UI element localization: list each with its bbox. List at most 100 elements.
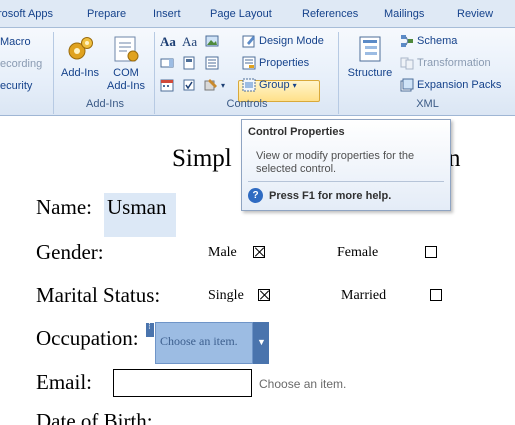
plain-text-control-button[interactable]: Aa [182, 34, 197, 50]
marital-status-label: Marital Status: [36, 283, 161, 307]
plain-text-icon: Aa [182, 34, 198, 49]
occupation-placeholder: Choose an item. [160, 334, 238, 348]
legacy-tools-button[interactable]: ▾ [204, 78, 225, 92]
male-checkbox[interactable] [253, 246, 265, 258]
recording-label: ecording [0, 58, 43, 70]
design-mode-label: Design Mode [259, 35, 324, 47]
pause-recording-button[interactable]: ecording [0, 58, 42, 70]
tooltip-help: ? Press F1 for more help. [248, 188, 391, 203]
gender-label: Gender: [36, 240, 104, 264]
xml-group-label: XML [416, 98, 439, 110]
rich-text-control-button[interactable]: Aa [160, 34, 176, 50]
combo-box-icon [160, 58, 174, 68]
tab-insert[interactable]: Insert [153, 8, 181, 20]
document-title-start: Simpl [172, 145, 232, 172]
building-block-control-button[interactable] [182, 56, 196, 70]
control-properties-tooltip: Control Properties View or modify proper… [241, 119, 451, 211]
tab-page-layout[interactable]: Page Layout [210, 8, 272, 20]
male-label: Male [208, 245, 237, 260]
ribbon-tab-bar: rosoft Apps Prepare Insert Page Layout R… [0, 0, 515, 28]
macro-security-button[interactable]: ecurity [0, 80, 32, 92]
gears-icon [68, 37, 93, 60]
date-picker-control-button[interactable] [160, 78, 174, 92]
group-separator [53, 32, 54, 114]
group-separator [338, 32, 339, 114]
picture-control-button[interactable] [205, 34, 219, 48]
group-button[interactable]: Group ▾ [242, 78, 297, 92]
com-add-ins-label-1: COM [113, 67, 139, 79]
single-label: Single [208, 288, 244, 303]
design-mode-icon [242, 35, 255, 48]
tooltip-help-text: Press F1 for more help. [269, 189, 392, 202]
schema-icon [401, 35, 413, 47]
check-box-icon [183, 79, 195, 91]
structure-button[interactable]: Structure [343, 34, 397, 80]
picture-icon [205, 35, 219, 47]
group-chevron-down-icon: ▾ [292, 80, 297, 90]
transformation-icon [400, 57, 414, 70]
building-block-icon [183, 56, 195, 70]
tab-review[interactable]: Review [457, 8, 493, 20]
female-label: Female [337, 245, 379, 260]
occupation-dropdown[interactable]: Choose an item. [155, 322, 253, 364]
tab-prepare[interactable]: Prepare [87, 8, 126, 20]
structure-label: Structure [347, 67, 393, 79]
properties-label: Properties [259, 57, 310, 69]
properties-icon [242, 56, 256, 70]
ribbon: Macro ecording ecurity Add-Ins COM Add-I… [0, 28, 515, 116]
structure-icon [359, 36, 381, 62]
rich-text-icon: Aa [160, 34, 176, 49]
combo-box-control-button[interactable] [160, 56, 174, 70]
tab-mailings[interactable]: Mailings [384, 8, 424, 20]
drag-handle-icon: ⁝ [148, 321, 151, 331]
email-field[interactable] [113, 369, 252, 397]
female-checkbox[interactable] [425, 246, 437, 258]
schema-button[interactable]: Schema [400, 34, 457, 48]
schema-label: Schema [417, 35, 458, 47]
com-add-ins-icon [114, 36, 139, 62]
add-ins-button[interactable]: Add-Ins [58, 34, 102, 80]
name-value: Usman [107, 195, 167, 219]
properties-button[interactable]: Properties [242, 56, 309, 70]
check-box-control-button[interactable] [182, 78, 196, 92]
controls-group-label: Controls [226, 98, 268, 110]
name-label: Name: [36, 195, 92, 219]
legacy-tools-chevron-down-icon: ▾ [221, 80, 226, 90]
add-ins-group-label: Add-Ins [86, 98, 124, 110]
email-hint: Choose an item. [259, 377, 347, 391]
security-label: ecurity [0, 80, 33, 92]
group-icon [242, 78, 256, 92]
com-add-ins-label-2: Add-Ins [107, 80, 145, 92]
transformation-button[interactable]: Transformation [400, 56, 491, 70]
occupation-dropdown-button[interactable]: ▼ [253, 322, 269, 364]
name-field[interactable]: Usman [104, 193, 176, 237]
com-add-ins-button[interactable]: COM Add-Ins [103, 34, 149, 93]
drop-down-list-control-button[interactable] [205, 56, 219, 70]
transformation-label: Transformation [417, 57, 491, 69]
add-ins-label: Add-Ins [61, 67, 99, 79]
group-separator [154, 32, 155, 114]
date-picker-icon [160, 79, 174, 92]
group-label: Group [259, 79, 290, 91]
email-label: Email: [36, 370, 92, 394]
married-checkbox[interactable] [430, 289, 442, 301]
expansion-packs-icon [400, 78, 414, 92]
tooltip-title: Control Properties [248, 126, 345, 138]
tab-microsoft-apps[interactable]: rosoft Apps [0, 8, 53, 20]
drop-down-list-icon [205, 56, 219, 70]
record-macro-button[interactable]: Macro [0, 36, 31, 48]
content-control-handle[interactable]: ⁝ [146, 321, 154, 337]
expansion-packs-label: Expansion Packs [417, 79, 502, 91]
date-of-birth-label: Date of Birth: [36, 409, 153, 425]
chevron-down-icon: ▼ [257, 337, 266, 347]
macro-label: Macro [0, 36, 31, 48]
occupation-label: Occupation: [36, 326, 139, 350]
single-checkbox[interactable] [258, 289, 270, 301]
design-mode-button[interactable]: Design Mode [242, 34, 324, 48]
expansion-packs-button[interactable]: Expansion Packs [400, 78, 501, 92]
tab-references[interactable]: References [302, 8, 358, 20]
married-label: Married [341, 288, 387, 303]
legacy-tools-icon [204, 79, 217, 91]
help-icon: ? [248, 188, 263, 203]
tooltip-description: View or modify properties for the select… [256, 150, 415, 175]
